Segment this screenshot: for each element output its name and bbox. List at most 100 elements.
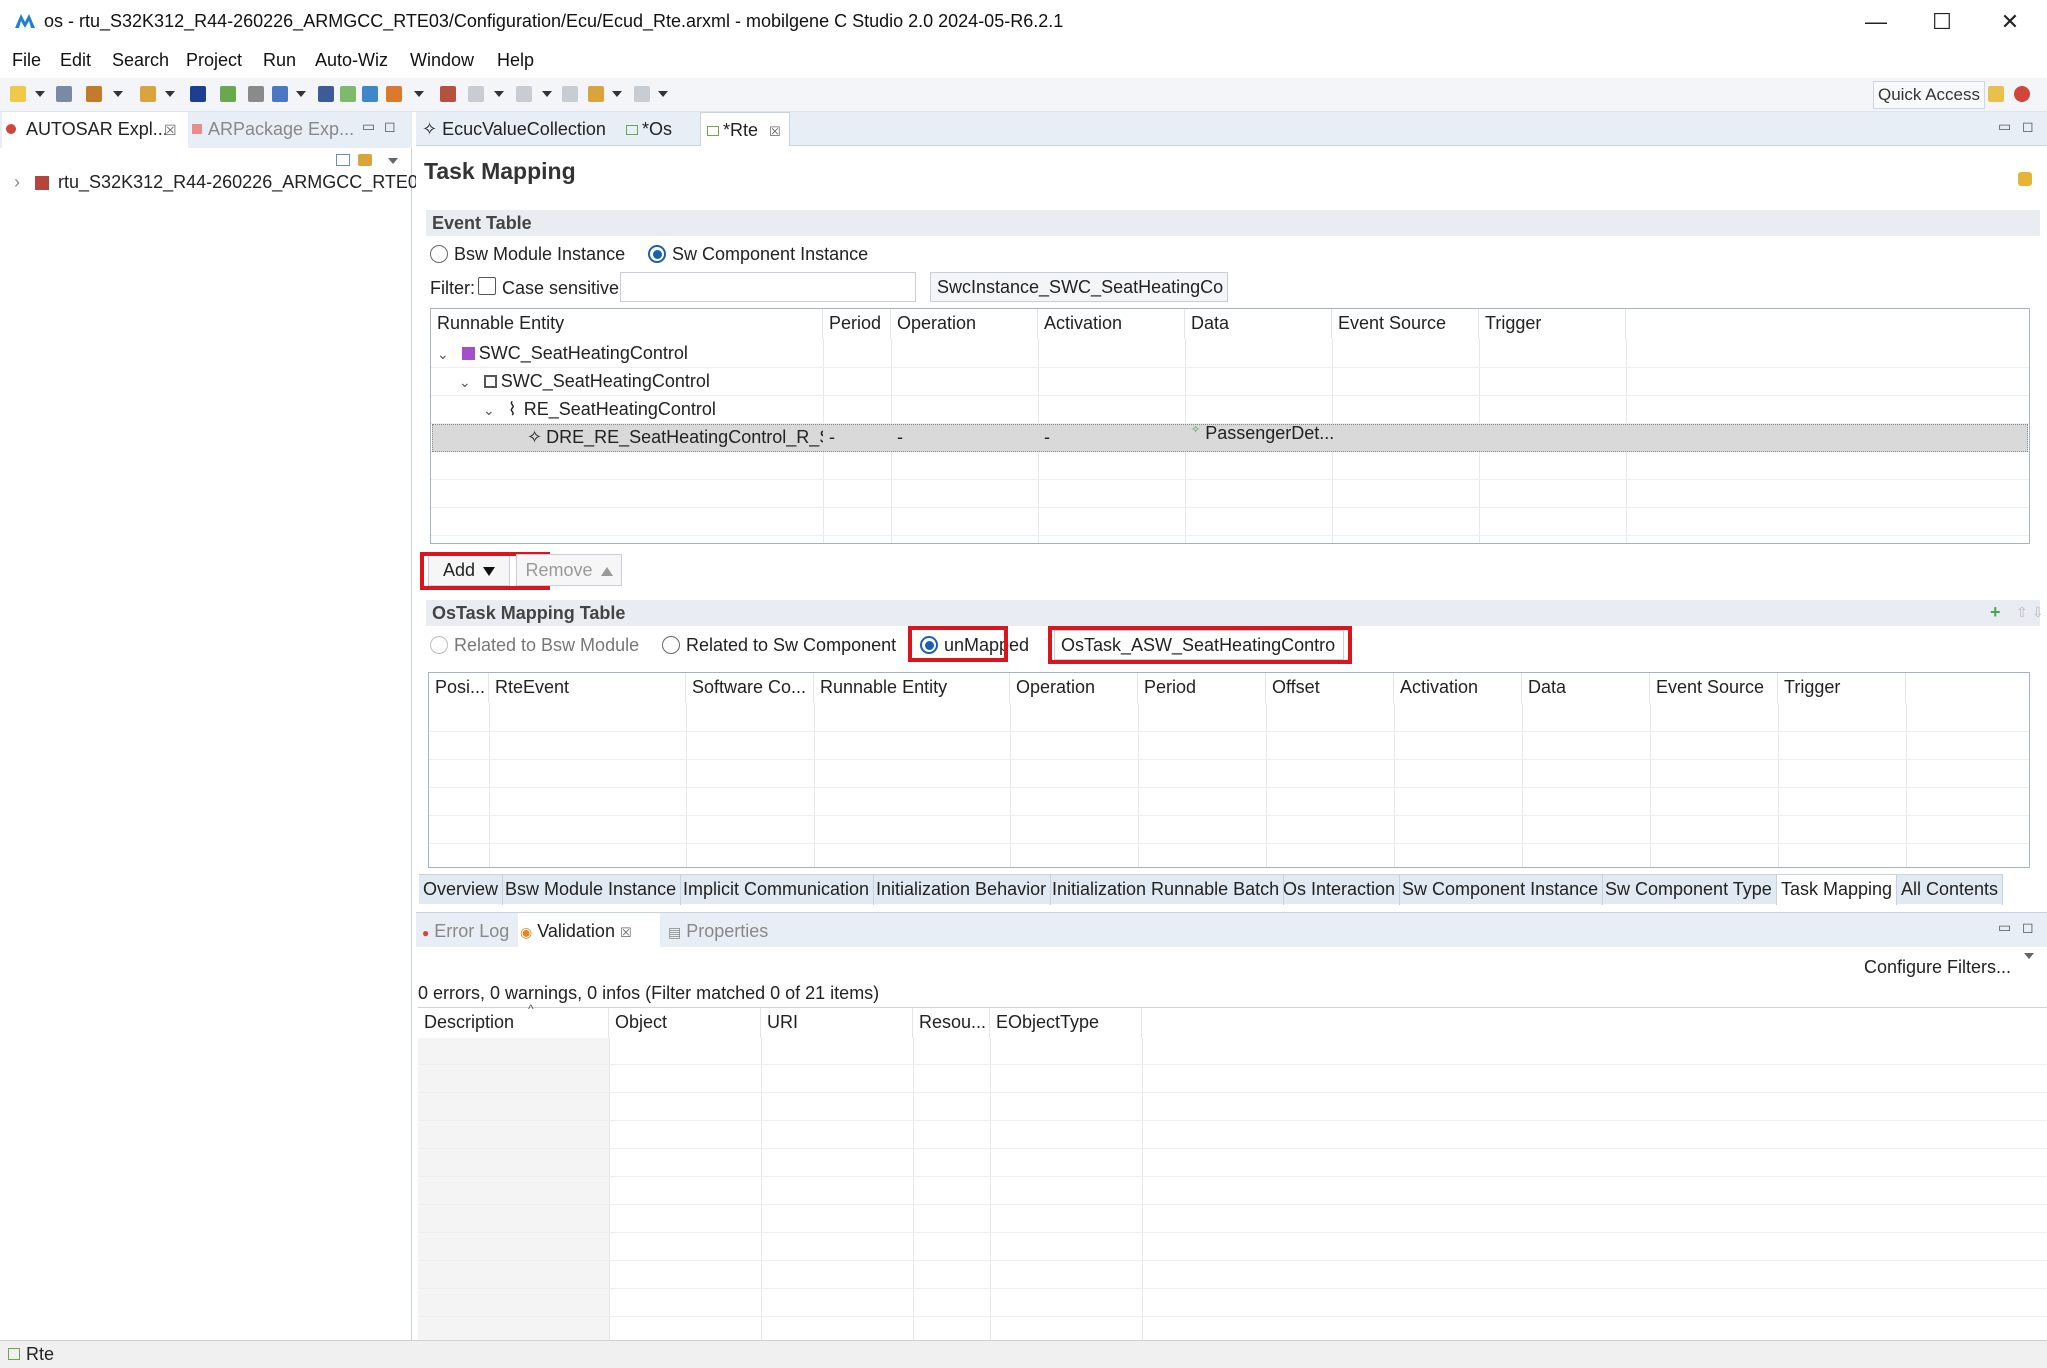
col-period[interactable]: Period — [823, 309, 891, 339]
prev-annotation-dropdown-icon[interactable] — [542, 91, 552, 97]
tree-expand-icon[interactable]: › — [14, 172, 20, 192]
view-menu-icon[interactable] — [388, 158, 398, 164]
menu-edit[interactable]: Edit — [60, 50, 91, 71]
tab-properties[interactable]: ▤ Properties — [668, 921, 768, 942]
generate-icon[interactable] — [140, 86, 156, 102]
edit-icon[interactable] — [248, 86, 264, 102]
col-uri[interactable]: URI — [761, 1008, 913, 1038]
menu-project[interactable]: Project — [186, 50, 242, 71]
forward-dropdown-icon[interactable] — [658, 91, 668, 97]
col-resource[interactable]: Resou... — [913, 1008, 990, 1038]
col-activation[interactable]: Activation — [1038, 309, 1185, 339]
close-tab-icon[interactable]: ☒ — [769, 124, 781, 139]
debug-icon[interactable] — [386, 86, 402, 102]
remove-button[interactable]: Remove — [516, 554, 622, 586]
component-icon[interactable] — [340, 86, 356, 102]
new-dropdown-icon[interactable] — [35, 91, 45, 97]
configure-filters-link[interactable]: Configure Filters... — [1864, 957, 2011, 978]
back-dropdown-icon[interactable] — [612, 91, 622, 97]
col-data[interactable]: Data — [1522, 673, 1650, 703]
new-icon[interactable] — [10, 86, 26, 102]
menu-run[interactable]: Run — [263, 50, 296, 71]
col-operation[interactable]: Operation — [1010, 673, 1138, 703]
col-event-source[interactable]: Event Source — [1650, 673, 1778, 703]
col-operation[interactable]: Operation — [891, 309, 1038, 339]
tree-item-project[interactable]: › rtu_S32K312_R44-260226_ARMGCC_RTE03 — [14, 172, 428, 193]
menu-file[interactable]: File — [12, 50, 41, 71]
next-annotation-dropdown-icon[interactable] — [494, 91, 504, 97]
tab-error-log[interactable]: ● Error Log — [422, 921, 509, 942]
maximize-button[interactable]: ☐ — [1910, 4, 1974, 40]
refresh-icon[interactable] — [2018, 172, 2032, 186]
move-down-icon[interactable]: ⇩ — [2032, 604, 2044, 621]
close-tab-icon[interactable]: ☒ — [620, 925, 632, 940]
minimize-panel-icon[interactable]: ▭ — [1998, 919, 2011, 936]
maximize-view-icon[interactable]: ◻ — [384, 118, 396, 135]
menu-window[interactable]: Window — [410, 50, 474, 71]
col-trigger[interactable]: Trigger — [1479, 309, 1626, 339]
radio-related-bsw-module[interactable] — [430, 636, 448, 654]
perspective-icon[interactable] — [2014, 86, 2030, 102]
move-up-icon[interactable]: ⇧ — [2016, 604, 2028, 621]
col-description[interactable]: Description — [418, 1008, 609, 1038]
expand-icon[interactable]: ⌄ — [483, 402, 495, 418]
minimize-button[interactable]: — — [1844, 4, 1908, 40]
open-perspective-icon[interactable] — [1988, 86, 2004, 102]
tab-initialization-runnable-batch[interactable]: Initialization Runnable Batch — [1048, 875, 1285, 905]
col-activation[interactable]: Activation — [1394, 673, 1522, 703]
build-icon[interactable] — [86, 86, 102, 102]
col-data[interactable]: Data — [1185, 309, 1332, 339]
expand-icon[interactable]: ⌄ — [459, 374, 471, 390]
minimize-view-icon[interactable]: ▭ — [362, 118, 375, 135]
type-icon[interactable] — [190, 86, 206, 102]
col-event-source[interactable]: Event Source — [1332, 309, 1479, 339]
menu-help[interactable]: Help — [497, 50, 534, 71]
tab-ecuc-value-collection[interactable]: ✧ EcucValueCollection — [422, 119, 606, 140]
tab-bsw-module-instance[interactable]: Bsw Module Instance — [501, 875, 682, 905]
module-icon[interactable] — [318, 86, 334, 102]
forward-icon[interactable] — [634, 86, 650, 102]
col-period[interactable]: Period — [1138, 673, 1266, 703]
prev-annotation-icon[interactable] — [516, 86, 532, 102]
col-object[interactable]: Object — [609, 1008, 761, 1038]
maximize-panel-icon[interactable]: ◻ — [2022, 919, 2034, 936]
collapse-all-icon[interactable] — [336, 154, 350, 166]
chart-dropdown-icon[interactable] — [296, 91, 306, 97]
minimize-editor-icon[interactable]: ▭ — [1998, 118, 2011, 135]
build-dropdown-icon[interactable] — [113, 91, 123, 97]
table-row-event[interactable]: ✧ DRE_RE_SeatHeatingControl_R_Sea — [527, 427, 823, 448]
expand-icon[interactable]: ⌄ — [437, 346, 449, 362]
filter-input[interactable] — [620, 272, 916, 302]
panel-view-menu-icon[interactable] — [2024, 953, 2034, 959]
tab-sw-component-type[interactable]: Sw Component Type — [1601, 875, 1777, 905]
col-runnable-entity[interactable]: Runnable Entity — [814, 673, 1010, 703]
radio-related-sw-component[interactable] — [662, 636, 680, 654]
tab-implicit-communication[interactable]: Implicit Communication — [679, 875, 875, 905]
debug-dropdown-icon[interactable] — [414, 91, 424, 97]
tab-task-mapping[interactable]: Task Mapping — [1777, 875, 1898, 905]
quick-access-field[interactable]: Quick Access — [1873, 81, 1985, 109]
tab-sw-component-instance[interactable]: Sw Component Instance — [1398, 875, 1604, 905]
menu-search[interactable]: Search — [112, 50, 169, 71]
last-edit-icon[interactable] — [562, 86, 578, 102]
col-offset[interactable]: Offset — [1266, 673, 1394, 703]
tab-overview[interactable]: Overview — [419, 875, 504, 905]
tab-arpackage-explorer[interactable]: ARPackage Exp... — [208, 119, 354, 140]
tab-initialization-behavior[interactable]: Initialization Behavior — [872, 875, 1052, 905]
close-tab-icon[interactable]: ☒ — [164, 122, 177, 139]
connect-icon[interactable] — [440, 86, 456, 102]
menu-auto-wiz[interactable]: Auto-Wiz — [315, 50, 388, 71]
add-mapping-icon[interactable]: + — [1990, 602, 2001, 623]
generate-dropdown-icon[interactable] — [165, 91, 175, 97]
tab-rte[interactable]: *Rte ☒ — [700, 112, 790, 146]
sw-instance-selector[interactable]: SwcInstance_SWC_SeatHeatingCo — [930, 272, 1228, 302]
radio-bsw-module-instance[interactable] — [430, 245, 448, 263]
tab-os[interactable]: *Os — [626, 119, 672, 140]
table-row[interactable]: ⌄ SWC_SeatHeatingControl — [459, 371, 710, 392]
tool-icon[interactable] — [362, 86, 378, 102]
next-annotation-icon[interactable] — [468, 86, 484, 102]
case-sensitive-checkbox[interactable] — [478, 277, 496, 295]
validate-icon[interactable] — [220, 86, 236, 102]
table-row[interactable]: ⌄ SWC_SeatHeatingControl — [437, 343, 688, 364]
col-runnable-entity[interactable]: Runnable Entity — [431, 309, 823, 339]
